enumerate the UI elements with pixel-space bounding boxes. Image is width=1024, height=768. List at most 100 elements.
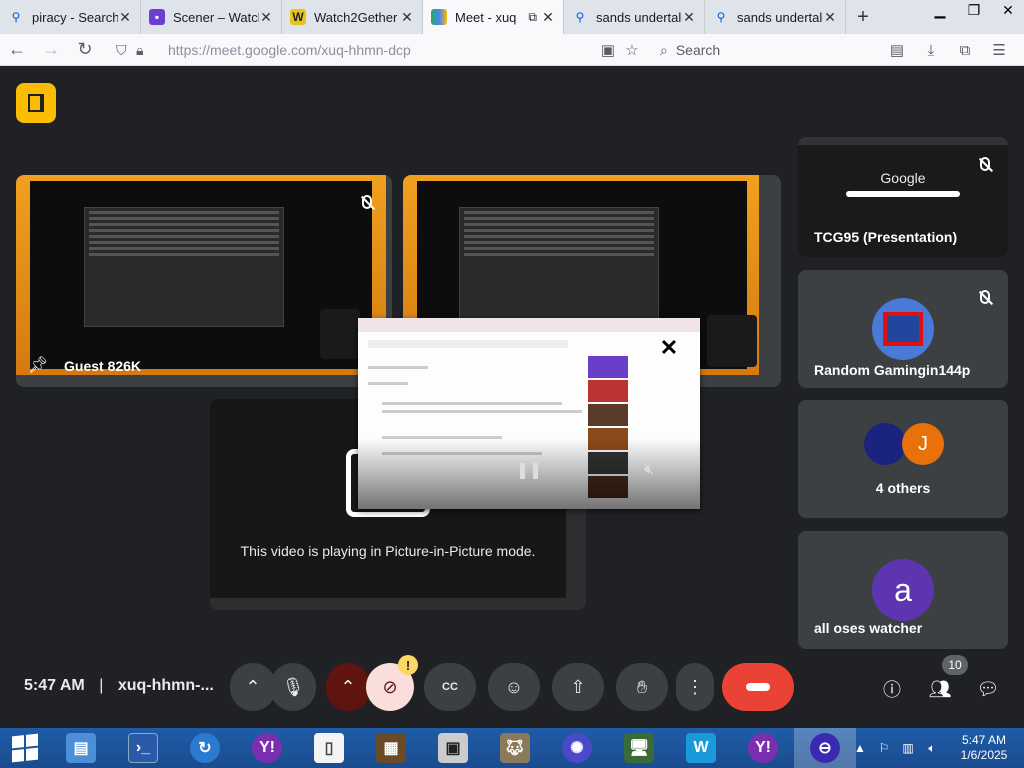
- reload-icon[interactable]: ↻: [68, 34, 102, 66]
- taskbar-app-terminal[interactable]: ▣: [422, 728, 484, 768]
- pip-close-icon[interactable]: ✕: [658, 335, 680, 360]
- search-icon: ⚲: [716, 10, 726, 24]
- participant-tile-others[interactable]: J 4 others: [798, 400, 1008, 518]
- reader-view-icon[interactable]: ▤: [880, 38, 914, 62]
- computer-icon: 🖥︎: [624, 733, 654, 763]
- tab-sands-undertale-1[interactable]: ⚲ sands undertale ✕: [564, 0, 705, 34]
- pip-window[interactable]: [358, 318, 700, 509]
- network-icon[interactable]: ▥: [896, 728, 920, 768]
- taskbar-app-firefox[interactable]: ⊖: [794, 728, 856, 768]
- tray-flag-icon[interactable]: ⚐: [872, 728, 896, 768]
- video-thumbnail: [588, 356, 628, 378]
- participant-tile-all-oses[interactable]: a all oses watcher: [798, 531, 1008, 649]
- new-tab-button[interactable]: +: [846, 0, 880, 34]
- taskbar-app-gimp[interactable]: 🐺︎: [484, 728, 546, 768]
- google-searchbar: [846, 191, 960, 197]
- close-tab-icon[interactable]: ✕: [118, 9, 132, 26]
- shared-window: [84, 207, 284, 327]
- tab-scener[interactable]: ▪ Scener – Watch ✕: [141, 0, 282, 34]
- participant-tile-random[interactable]: Random Gamingin144p: [798, 270, 1008, 388]
- close-tab-icon[interactable]: ✕: [259, 9, 273, 26]
- pip-tab-icon[interactable]: ⧉: [528, 10, 537, 25]
- taskbar-app-notepad[interactable]: ▯: [298, 728, 360, 768]
- taskbar-app-yahoo-2[interactable]: Y!: [732, 728, 794, 768]
- pip-mute-icon[interactable]: 🔇︎: [644, 461, 654, 479]
- warning-badge[interactable]: !: [398, 655, 418, 675]
- avatar: [864, 423, 906, 465]
- leave-call-button[interactable]: [722, 663, 794, 711]
- shield-icon[interactable]: ⛉: [116, 42, 136, 59]
- restore-icon[interactable]: ❐: [958, 0, 990, 20]
- url-text[interactable]: https://meet.google.com/xuq-hhmn-dcp: [168, 42, 411, 58]
- avatar: [872, 298, 934, 360]
- info-button[interactable]: ⓘ: [878, 675, 906, 703]
- extensions-icon[interactable]: ⧉: [948, 38, 982, 62]
- close-window-icon[interactable]: ✕: [992, 0, 1024, 20]
- taskbar-app-w[interactable]: W: [670, 728, 732, 768]
- w2g-icon: W: [290, 9, 306, 25]
- meet-main: 📌︎ Guest 826K This video is playing in P…: [0, 67, 1024, 728]
- forward-icon[interactable]: →: [34, 34, 68, 66]
- taskbar-app-computer[interactable]: 🖥︎: [608, 728, 670, 768]
- meeting-code[interactable]: xuq-hhmn-...: [118, 677, 214, 694]
- urlbar-actions: ▣ ☆: [596, 38, 644, 62]
- meeting-time: 5:47 AM | xuq-hhmn-...: [24, 677, 214, 695]
- pip-pause-icon[interactable]: [520, 463, 538, 479]
- sync-icon: ↻: [190, 733, 220, 763]
- participant-name: all oses watcher: [814, 620, 923, 636]
- participant-tile-guest[interactable]: 📌︎ Guest 826K: [16, 175, 392, 387]
- tab-meet[interactable]: Meet - xuq ⧉ ✕: [423, 0, 564, 34]
- raise-hand-button[interactable]: ✋︎: [616, 663, 668, 711]
- explorer-icon: ▤: [66, 733, 96, 763]
- taskbar-app-yahoo-1[interactable]: Y!: [236, 728, 298, 768]
- emoji-button[interactable]: ☺: [488, 663, 540, 711]
- tab-sands-undertale-2[interactable]: ⚲ sands undertale ✕: [705, 0, 846, 34]
- close-tab-icon[interactable]: ✕: [682, 9, 696, 26]
- taskbar-app-minecraft[interactable]: ▦: [360, 728, 422, 768]
- participant-name: TCG95 (Presentation): [814, 229, 958, 245]
- meeting-info-button[interactable]: [16, 83, 56, 123]
- people-button[interactable]: 👥︎: [926, 675, 954, 703]
- self-view-thumb: [707, 315, 757, 367]
- shared-window: [459, 207, 659, 327]
- lock-icon[interactable]: 🔒︎: [136, 42, 156, 59]
- pip-text: [382, 410, 582, 413]
- taskbar-app-bug[interactable]: ✺: [546, 728, 608, 768]
- meet-icon: [431, 9, 447, 25]
- close-tab-icon[interactable]: ✕: [541, 9, 555, 26]
- start-button[interactable]: [0, 728, 50, 768]
- url-bar[interactable]: ⛉ 🔒︎ https://meet.google.com/xuq-hhmn-dc…: [108, 38, 643, 62]
- taskbar-app-powershell[interactable]: ›_: [112, 728, 174, 768]
- search-input[interactable]: ⌕ Search: [650, 38, 870, 62]
- close-tab-icon[interactable]: ✕: [823, 9, 837, 26]
- mic-button[interactable]: 🎙︎: [270, 663, 316, 711]
- captions-button[interactable]: CC: [424, 663, 476, 711]
- volume-icon[interactable]: 🔈︎: [920, 728, 944, 768]
- bookmark-star-icon[interactable]: ☆: [620, 38, 644, 62]
- more-options-button[interactable]: ⋮: [676, 663, 714, 711]
- menu-icon[interactable]: ☰: [982, 38, 1016, 62]
- self-view-thumb: [320, 309, 360, 359]
- tray-expand-icon[interactable]: ▲: [848, 728, 872, 768]
- tab-piracy-search[interactable]: ⚲ piracy - Search ✕: [0, 0, 141, 34]
- back-icon[interactable]: ←: [0, 34, 34, 66]
- mic-off-icon: [974, 153, 996, 175]
- separator: |: [99, 677, 104, 694]
- pin-icon[interactable]: 📌︎: [28, 355, 48, 375]
- taskbar-app-sync[interactable]: ↻: [174, 728, 236, 768]
- video-options-button[interactable]: ⌃: [326, 663, 370, 711]
- tab-watch2gether[interactable]: W Watch2Gether ✕: [282, 0, 423, 34]
- chat-button[interactable]: 💬︎: [974, 675, 1002, 703]
- download-icon[interactable]: ⤓: [914, 38, 948, 62]
- minimize-icon[interactable]: ▁: [924, 0, 956, 20]
- close-tab-icon[interactable]: ✕: [400, 9, 414, 26]
- camera-permission-icon[interactable]: ▣: [596, 38, 620, 62]
- taskbar-app-explorer[interactable]: ▤: [50, 728, 112, 768]
- video-thumbnail: [588, 380, 628, 402]
- taskbar-clock[interactable]: 5:47 AM 1/6/2025: [944, 733, 1024, 763]
- participant-tile-tcg95[interactable]: Google TCG95 (Presentation): [798, 137, 1008, 257]
- present-button[interactable]: ⇧: [552, 663, 604, 711]
- tab-label: Watch2Gether: [314, 9, 398, 25]
- search-icon: ⚲: [11, 10, 21, 24]
- browser-tabbar: ⚲ piracy - Search ✕ ▪ Scener – Watch ✕ W…: [0, 0, 1024, 34]
